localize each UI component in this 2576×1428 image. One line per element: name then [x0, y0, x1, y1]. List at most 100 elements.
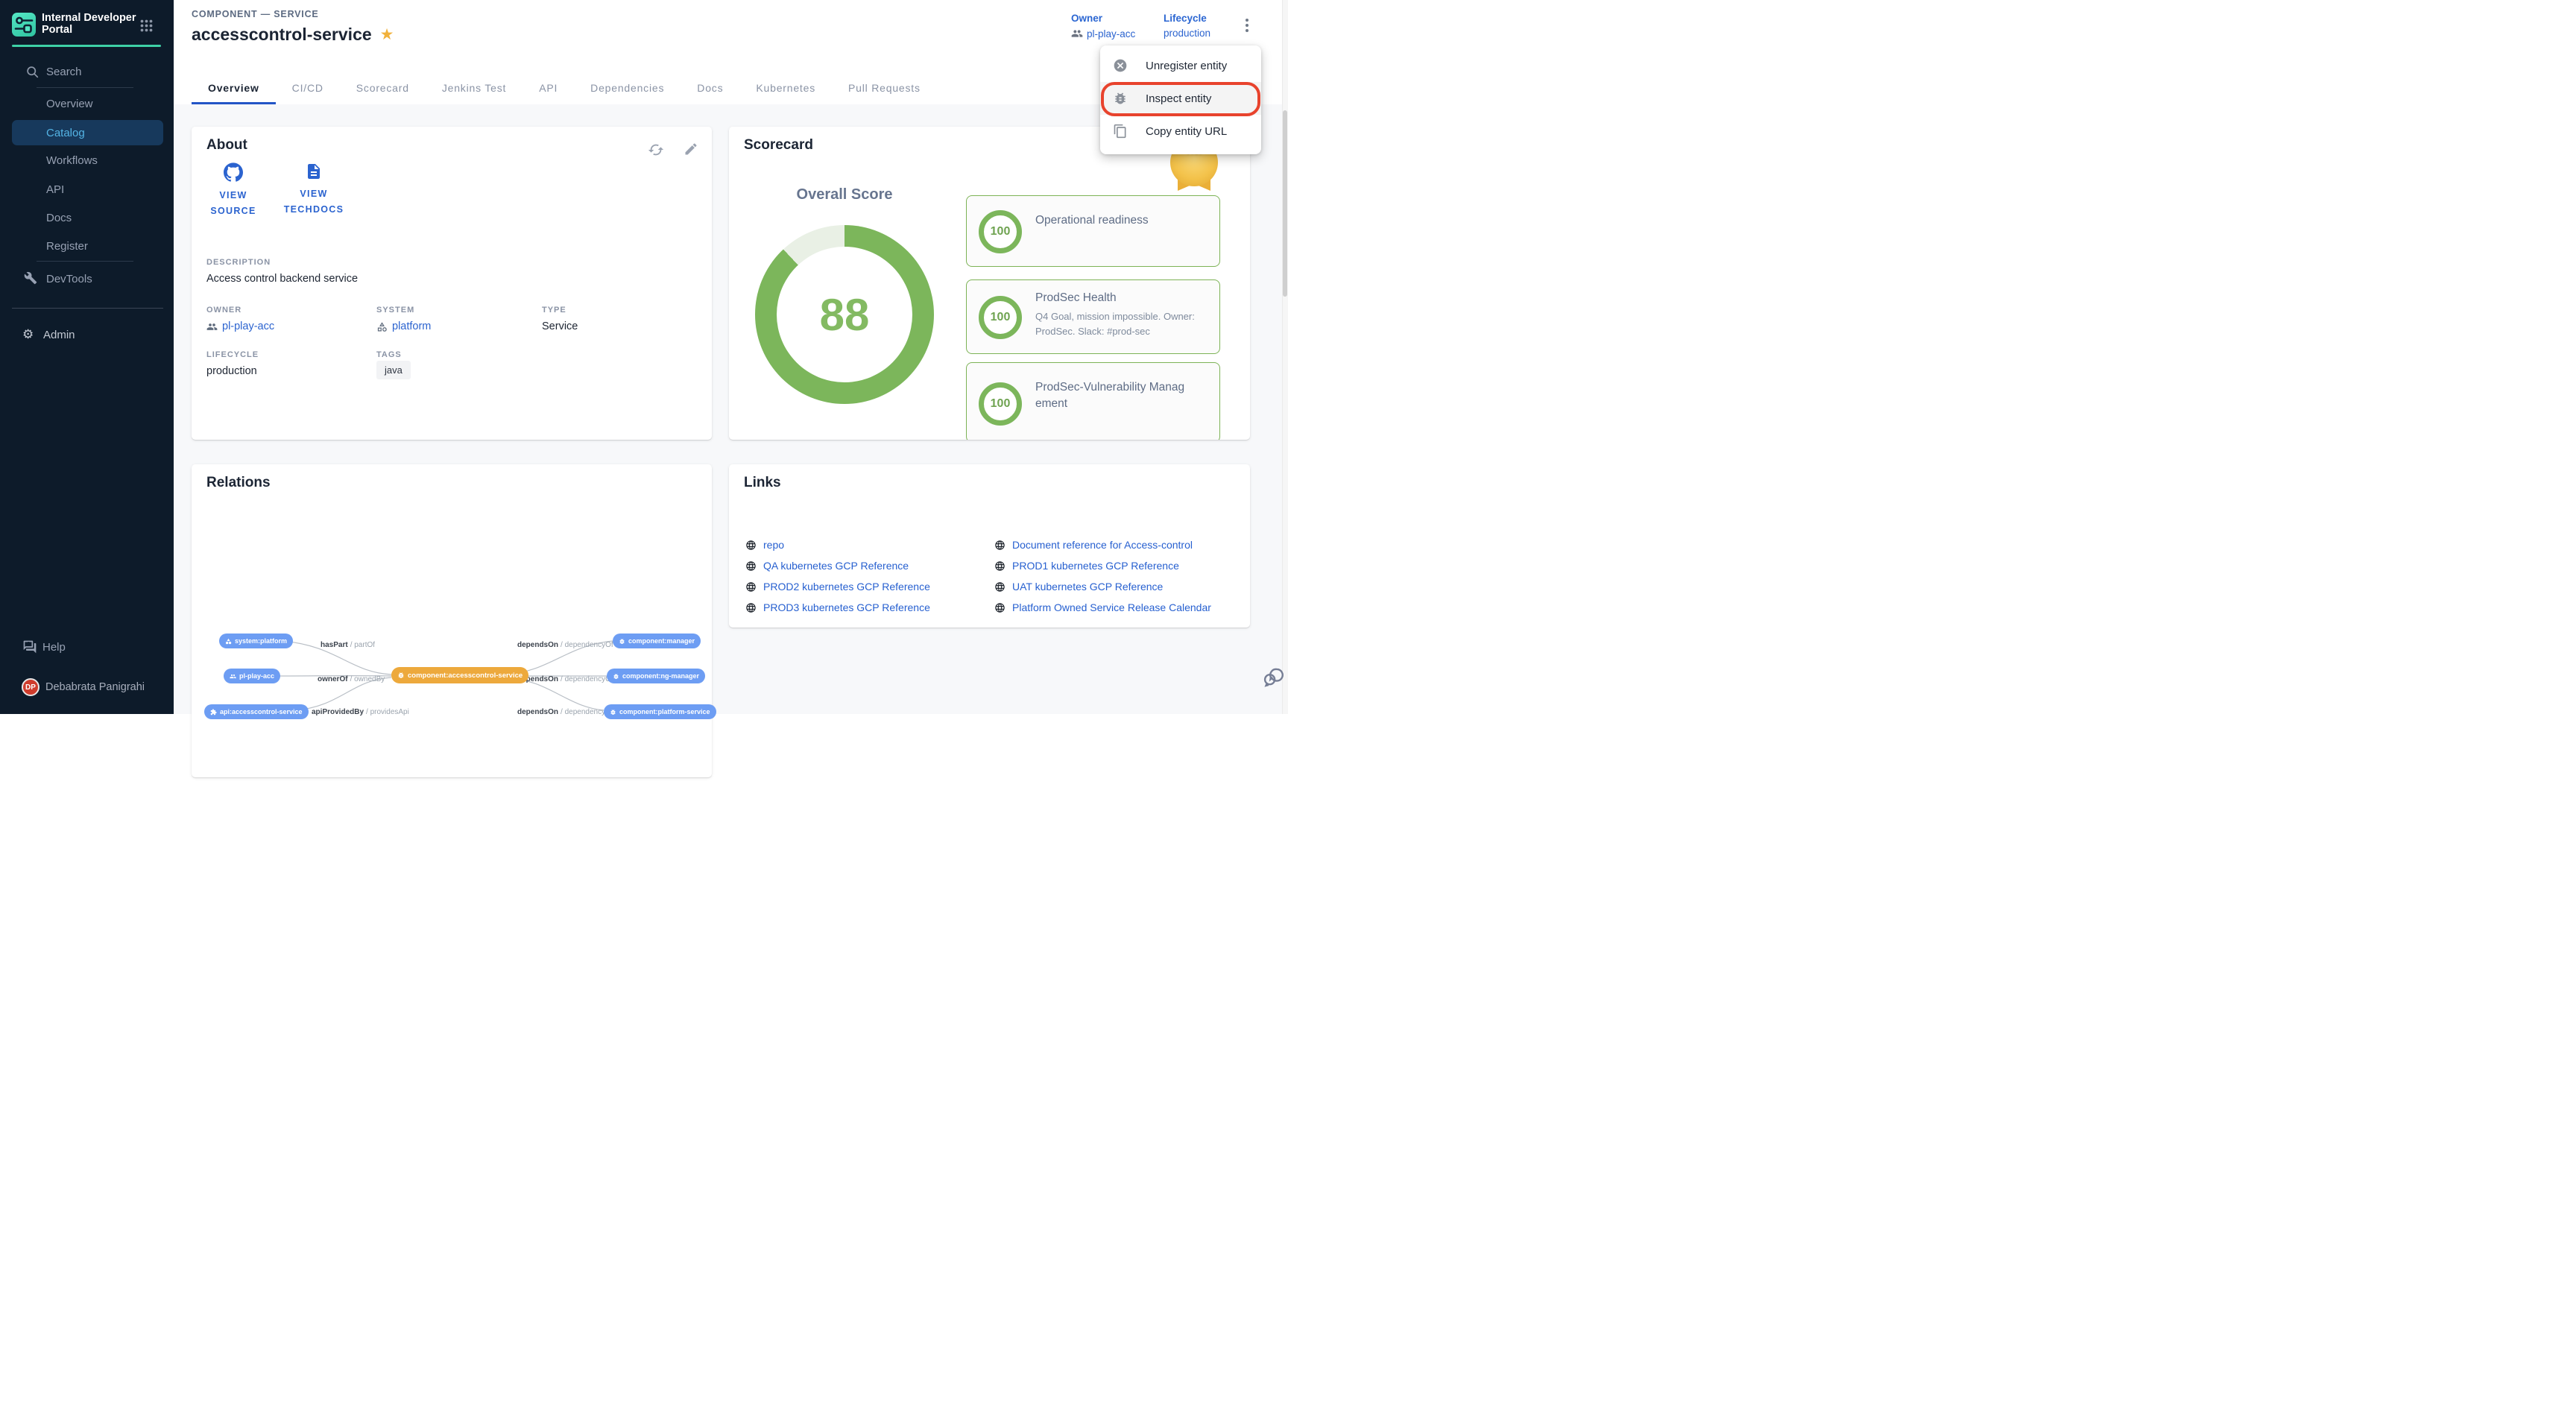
sidebar-item-catalog[interactable]: [12, 120, 163, 145]
refresh-icon[interactable]: [648, 142, 664, 158]
system-field-link[interactable]: platform: [376, 320, 431, 332]
scorecard-badge[interactable]: 100 ProdSec-Vulnerability Management: [966, 362, 1220, 440]
view-source-link[interactable]: VIEW SOURCE: [206, 162, 260, 218]
wrench-icon: [24, 271, 37, 288]
sidebar-item-register[interactable]: Register: [46, 240, 88, 253]
tab-docs[interactable]: Docs: [681, 72, 739, 104]
badge-title: Operational readiness: [1035, 214, 1149, 227]
group-icon: [1071, 28, 1083, 40]
user-name[interactable]: Debabrata Panigrahi: [45, 681, 145, 693]
badge-score: 100: [979, 210, 1022, 253]
breadcrumb: COMPONENT — SERVICE: [192, 9, 319, 19]
owner-link[interactable]: pl-play-acc: [1087, 28, 1135, 40]
globe-icon: [745, 560, 757, 572]
sidebar-divider: [12, 308, 163, 309]
lifecycle-value: production: [1164, 28, 1210, 39]
search-icon: [26, 66, 39, 82]
sidebar-item-admin[interactable]: Admin: [43, 329, 75, 341]
menu-item-unregister-entity[interactable]: Unregister entity: [1100, 49, 1261, 82]
app-logo[interactable]: [12, 13, 36, 37]
relations-node-component-accesscontrol-service[interactable]: component:accesscontrol-service: [391, 667, 528, 683]
menu-item-inspect-entity[interactable]: Inspect entity: [1100, 82, 1261, 115]
tab-cicd[interactable]: CI/CD: [276, 72, 340, 104]
relations-node-component-platform-service[interactable]: component:platform-service: [604, 704, 716, 719]
svg-text:?: ?: [27, 641, 31, 648]
globe-icon: [994, 581, 1006, 593]
view-techdocs-link[interactable]: VIEW TECHDOCS: [272, 162, 356, 218]
sidebar-item-catalog-label[interactable]: Catalog: [46, 127, 85, 139]
component-icon: [397, 672, 405, 679]
page-title: accesscontrol-service: [192, 25, 372, 45]
extension-icon: [210, 709, 217, 715]
kebab-menu-button[interactable]: [1240, 19, 1254, 38]
links-card: Links repo QA kubernetes GCP Reference P…: [729, 464, 1250, 628]
edge-label-dependson: dependsOn/ dependencyOf: [517, 641, 613, 649]
link-release-calendar[interactable]: Platform Owned Service Release Calendar: [994, 601, 1211, 613]
tab-bar: Overview CI/CD Scorecard Jenkins Test AP…: [192, 72, 937, 104]
tags-field-label: TAGS: [376, 350, 402, 359]
relations-node-component-ng-manager[interactable]: component:ng-manager: [607, 669, 705, 683]
search-input[interactable]: Search: [46, 66, 82, 78]
about-heading: About: [206, 137, 247, 154]
tab-api[interactable]: API: [523, 72, 574, 104]
overall-score-label: Overall Score: [770, 186, 919, 203]
links-heading: Links: [744, 475, 781, 491]
techdocs-icon: [305, 162, 323, 180]
search-underline: [37, 87, 133, 88]
link-prod2-kubernetes[interactable]: PROD2 kubernetes GCP Reference: [745, 581, 930, 593]
sidebar: Internal Developer Portal Search Overvie…: [0, 0, 174, 714]
sidebar-item-api[interactable]: API: [46, 183, 64, 196]
owner-label: Owner: [1071, 13, 1135, 24]
tab-dependencies[interactable]: Dependencies: [574, 72, 681, 104]
tab-scorecard[interactable]: Scorecard: [340, 72, 426, 104]
tag-chip[interactable]: java: [376, 361, 411, 379]
type-field-value: Service: [542, 320, 578, 332]
tab-overview[interactable]: Overview: [192, 72, 276, 104]
globe-icon: [745, 540, 757, 551]
scrollbar-thumb[interactable]: [1283, 110, 1287, 297]
scorecard-badge[interactable]: 100 Operational readiness: [966, 195, 1220, 267]
tab-pull-requests[interactable]: Pull Requests: [832, 72, 937, 104]
relations-node-system-platform[interactable]: system:platform: [219, 634, 293, 648]
link-doc-reference[interactable]: Document reference for Access-control: [994, 539, 1211, 551]
link-prod1-kubernetes[interactable]: PROD1 kubernetes GCP Reference: [994, 560, 1211, 572]
sidebar-item-docs[interactable]: Docs: [46, 212, 72, 224]
system-icon: [225, 638, 232, 645]
link-qa-kubernetes[interactable]: QA kubernetes GCP Reference: [745, 560, 930, 572]
avatar[interactable]: DP: [22, 678, 40, 696]
link-repo[interactable]: repo: [745, 539, 930, 551]
tab-kubernetes[interactable]: Kubernetes: [739, 72, 832, 104]
sidebar-item-workflows[interactable]: Workflows: [46, 154, 98, 167]
bug-icon: [1113, 91, 1128, 106]
relations-node-component-manager[interactable]: component:manager: [613, 634, 701, 648]
component-icon: [613, 673, 619, 680]
link-prod3-kubernetes[interactable]: PROD3 kubernetes GCP Reference: [745, 601, 930, 613]
edge-label-apiprovidedby: apiProvidedBy/ providesApi: [312, 708, 409, 716]
chat-support-icon[interactable]: [1261, 666, 1287, 695]
relations-node-api-accesscontrol-service[interactable]: api:accesscontrol-service: [204, 704, 309, 719]
edge-label-ownerof: ownerOf/ ownedBy: [318, 675, 385, 683]
sidebar-accent-rule: [12, 45, 161, 47]
sidebar-item-help[interactable]: Help: [42, 641, 66, 654]
overall-score-value: 88: [820, 289, 870, 341]
globe-icon: [994, 560, 1006, 572]
link-uat-kubernetes[interactable]: UAT kubernetes GCP Reference: [994, 581, 1211, 593]
tab-jenkins-test[interactable]: Jenkins Test: [426, 72, 523, 104]
owner-field-link[interactable]: pl-play-acc: [206, 320, 274, 332]
group-icon: [230, 673, 236, 680]
edit-pencil-icon[interactable]: [684, 142, 700, 158]
lifecycle-field-label: LIFECYCLE: [206, 350, 259, 359]
apps-grid-icon[interactable]: [140, 19, 153, 36]
relations-node-pl-play-acc[interactable]: pl-play-acc: [224, 669, 280, 683]
menu-item-copy-entity-url[interactable]: Copy entity URL: [1100, 115, 1261, 148]
scrollbar[interactable]: [1282, 0, 1288, 714]
scorecard-badge[interactable]: 100 ProdSec Health Q4 Goal, mission impo…: [966, 279, 1220, 354]
group-icon: [206, 321, 218, 332]
owner-field-label: OWNER: [206, 306, 242, 315]
system-icon: [376, 321, 388, 332]
favorite-star-icon[interactable]: ★: [380, 27, 394, 42]
relations-heading: Relations: [206, 475, 271, 491]
gear-icon: ⚙: [22, 328, 34, 341]
sidebar-item-devtools[interactable]: DevTools: [46, 273, 92, 285]
sidebar-item-overview[interactable]: Overview: [46, 98, 93, 110]
